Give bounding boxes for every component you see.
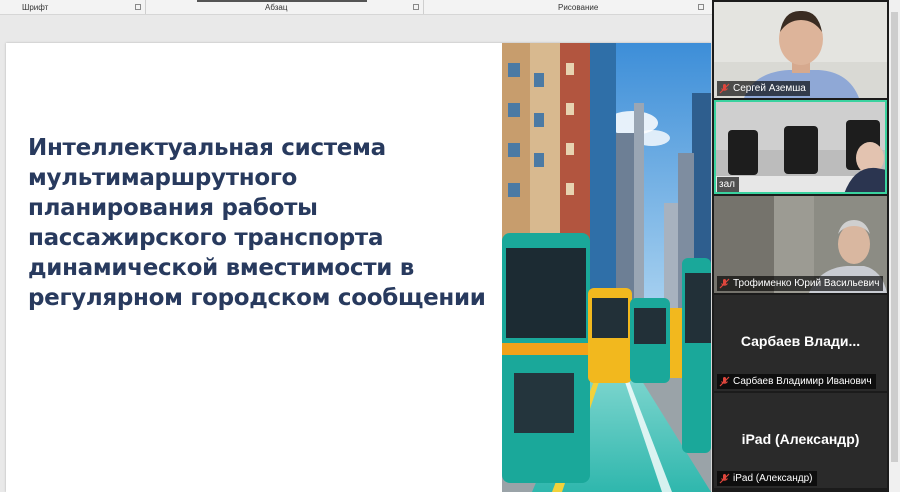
font-dialog-launcher-icon[interactable] [135, 4, 141, 10]
participant-name: Трофименко Юрий Васильевич [733, 278, 880, 289]
participant-name: Сергей Аземша [733, 83, 806, 94]
participant-name-tag: iPad (Александр) [717, 471, 817, 486]
paragraph-dialog-launcher-icon[interactable] [413, 4, 419, 10]
vertical-scrollbar[interactable] [889, 0, 900, 492]
participant-display-name: Сарбаев Влади... [740, 333, 861, 349]
ribbon-group-labels: Шрифт Абзац Рисование [0, 0, 712, 15]
participant-name-tag: Сергей Аземша [717, 81, 810, 96]
participants-panel: Сергей Аземша зал Трофименко Юрий Василь… [712, 0, 900, 492]
scrollbar-thumb[interactable] [891, 12, 898, 462]
ribbon-separator [145, 0, 146, 14]
participant-name-tag: Трофименко Юрий Васильевич [717, 276, 884, 291]
mic-muted-icon [719, 83, 730, 94]
ribbon-group-font: Шрифт [22, 3, 49, 12]
ribbon-group-paragraph: Абзац [265, 3, 288, 12]
ribbon-control-edge [197, 0, 367, 2]
participant-name-tag: зал [717, 177, 739, 192]
participant-tile-active[interactable]: зал [714, 100, 887, 194]
participant-tile[interactable]: Трофименко Юрий Васильевич [714, 196, 887, 293]
slide-canvas: Интеллектуальная система мультимаршрутно… [0, 15, 712, 492]
participant-name-tag: Сарбаев Владимир Иванович [717, 374, 876, 389]
ribbon-group-drawing: Рисование [558, 3, 599, 12]
video-feed [714, 100, 887, 194]
city-bus-photo [502, 43, 711, 492]
participant-name: iPad (Александр) [733, 473, 813, 484]
participant-tile[interactable]: Сарбаев Влади... Сарбаев Владимир Иванов… [714, 295, 887, 391]
participant-name: зал [719, 179, 735, 190]
slide[interactable]: Интеллектуальная система мультимаршрутно… [6, 43, 711, 492]
mic-muted-icon [719, 473, 730, 484]
slide-title[interactable]: Интеллектуальная система мультимаршрутно… [28, 133, 488, 313]
participant-tile[interactable]: iPad (Александр) iPad (Александр) [714, 393, 887, 488]
mic-muted-icon [719, 376, 730, 387]
participant-name: Сарбаев Владимир Иванович [733, 376, 872, 387]
participant-tile[interactable]: Сергей Аземша [714, 2, 887, 98]
drawing-dialog-launcher-icon[interactable] [698, 4, 704, 10]
mic-muted-icon [719, 278, 730, 289]
participant-display-name: iPad (Александр) [741, 431, 860, 447]
ribbon-separator [423, 0, 424, 14]
